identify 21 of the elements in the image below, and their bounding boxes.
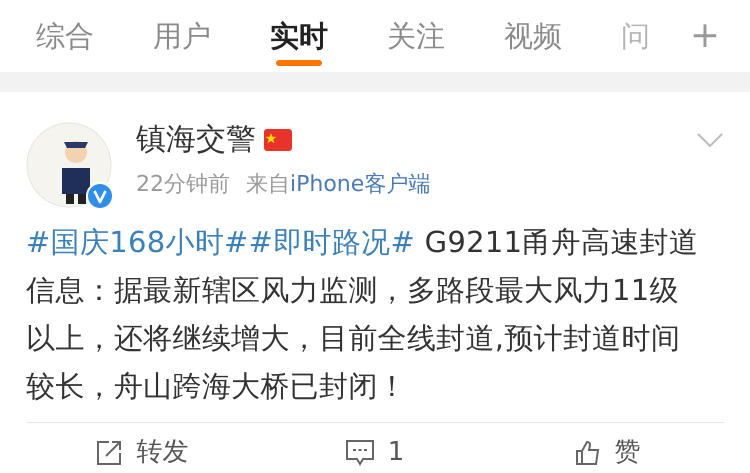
thumbs-up-icon — [574, 440, 601, 466]
post-text: #国庆168小时##即时路况# G9211甬舟高速封道信息：据最新辖区风力监测，多路段最大风力11级以上，还将继续增大，目前全线封道,预计封道时间较长，舟山跨海大桥已封闭！ — [25, 224, 700, 405]
tab[interactable]: 实时 — [270, 0, 328, 72]
tab[interactable]: 用户 — [153, 0, 211, 72]
tab[interactable]: 视频 — [504, 0, 562, 72]
author-name[interactable]: 镇海交警 — [136, 122, 256, 158]
action-button[interactable]: 赞 — [491, 433, 724, 472]
action-button[interactable]: 转发 — [26, 433, 259, 472]
source-prefix: 来自 — [246, 171, 290, 199]
tab[interactable]: 综合 — [36, 0, 94, 72]
avatar[interactable] — [26, 122, 112, 208]
add-tab-button[interactable]: + — [680, 3, 730, 69]
hashtag-link[interactable]: #国庆168小时# — [26, 225, 249, 259]
source-link[interactable]: iPhone客户端 — [290, 168, 430, 201]
action-button[interactable]: 1 — [258, 433, 492, 472]
flag-icon — [264, 129, 292, 151]
post-time: 22分钟前 — [136, 171, 230, 199]
share-icon — [96, 440, 122, 466]
tab[interactable]: 关注 — [387, 0, 445, 72]
hashtag-link[interactable]: #即时路况# — [248, 225, 416, 259]
comment-icon — [346, 438, 374, 466]
